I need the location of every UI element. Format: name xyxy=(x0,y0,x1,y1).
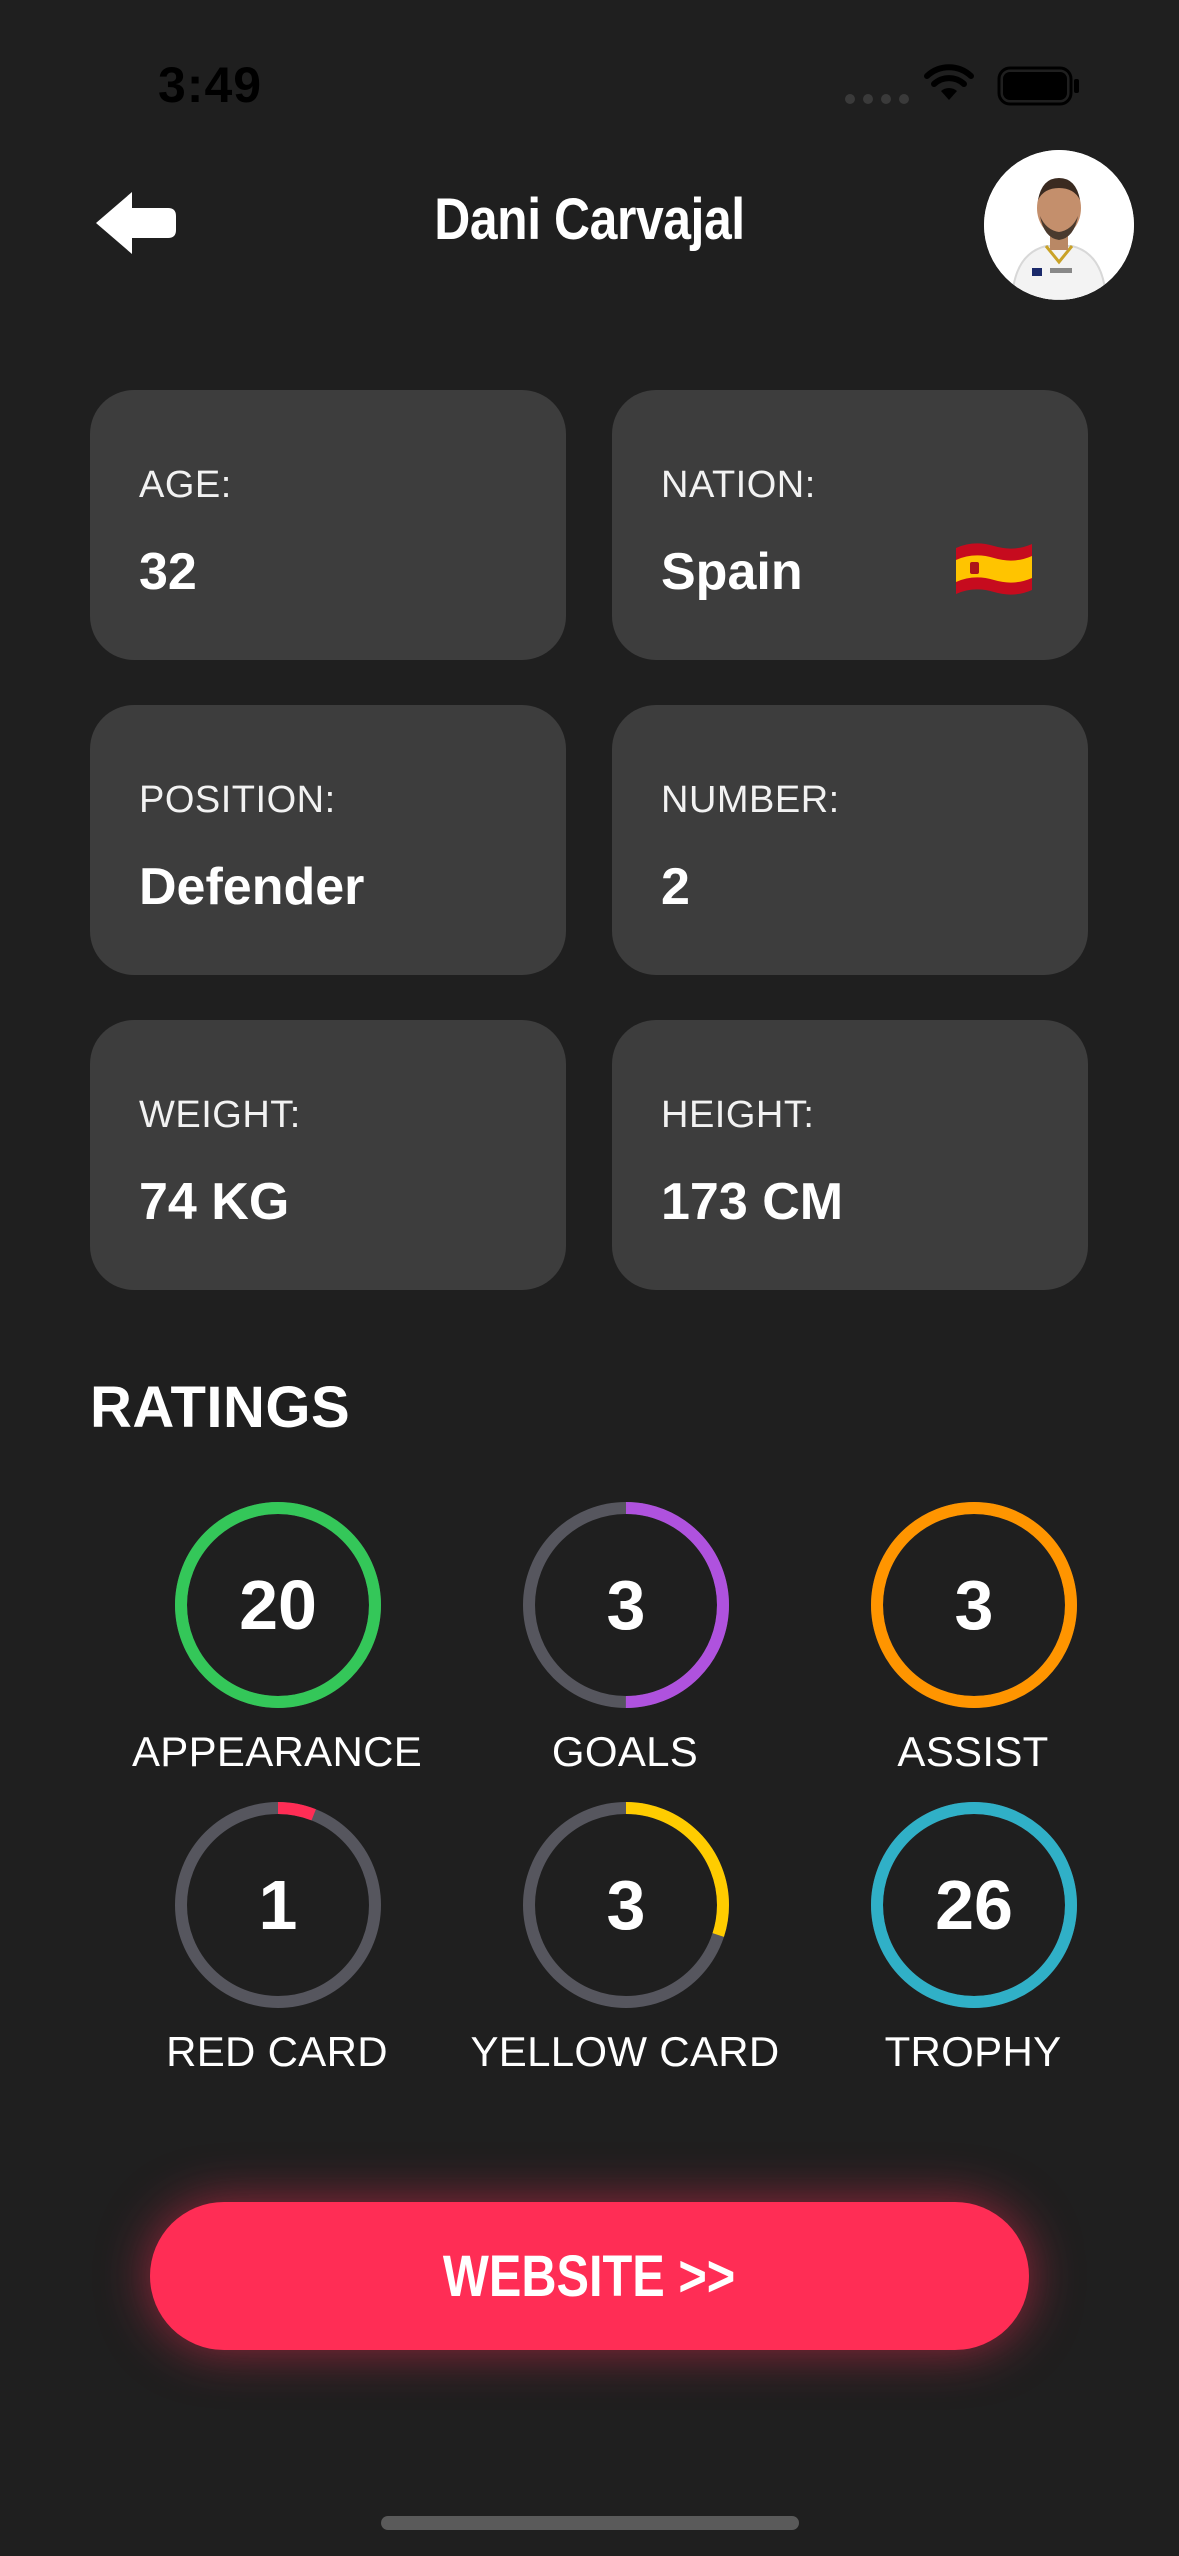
info-card-weight: WEIGHT: 74 KG xyxy=(90,1020,566,1290)
card-value: Spain xyxy=(661,543,803,601)
rating-goals: 3 GOALS xyxy=(451,1500,799,1790)
rating-value: 3 xyxy=(606,1866,646,1944)
rating-label: ASSIST xyxy=(897,1728,1049,1775)
player-avatar[interactable] xyxy=(984,150,1134,300)
info-card-position: POSITION: Defender xyxy=(90,705,566,975)
card-value: 173 CM xyxy=(661,1173,844,1231)
website-button-label: WEBSITE >> xyxy=(443,2243,736,2309)
card-value: 2 xyxy=(661,858,690,916)
info-card-height: HEIGHT: 173 CM xyxy=(612,1020,1088,1290)
status-time: 3:49 xyxy=(158,57,263,113)
website-button[interactable]: WEBSITE >> xyxy=(150,2202,1029,2350)
card-label: WEIGHT: xyxy=(139,1094,301,1136)
card-value: 74 KG xyxy=(139,1173,290,1231)
spain-flag-icon xyxy=(956,543,1032,595)
battery-icon xyxy=(997,66,1079,106)
card-label: HEIGHT: xyxy=(661,1094,815,1136)
card-label: AGE: xyxy=(139,464,232,506)
ratings-heading: RATINGS xyxy=(90,1375,351,1440)
rating-assist: 3 ASSIST xyxy=(799,1500,1147,1790)
rating-yellow-card: 3 YELLOW CARD xyxy=(451,1800,799,2090)
rating-red-card: 1 RED CARD xyxy=(103,1800,451,2090)
player-photo-icon xyxy=(984,150,1134,300)
wifi-icon xyxy=(924,64,974,100)
rating-value: 26 xyxy=(935,1866,1013,1944)
rating-trophy: 26 TROPHY xyxy=(799,1800,1147,2090)
rating-appearance: 20 APPEARANCE xyxy=(103,1500,451,1790)
rating-value: 1 xyxy=(258,1866,298,1944)
card-value: Defender xyxy=(139,858,365,916)
rating-label: TROPHY xyxy=(884,2028,1062,2075)
card-label: NATION: xyxy=(661,464,816,506)
status-bar: 3:49 xyxy=(0,0,1179,170)
page-title: Dani Carvajal xyxy=(434,187,745,252)
rating-value: 3 xyxy=(606,1566,646,1644)
home-indicator xyxy=(381,2516,799,2530)
card-label: NUMBER: xyxy=(661,779,840,821)
rating-value: 20 xyxy=(239,1566,317,1644)
rating-value: 3 xyxy=(954,1566,994,1644)
info-card-number: NUMBER: 2 xyxy=(612,705,1088,975)
info-card-nation: NATION: Spain xyxy=(612,390,1088,660)
signal-dots-icon xyxy=(845,94,909,104)
info-card-age: AGE: 32 xyxy=(90,390,566,660)
card-label: POSITION: xyxy=(139,779,336,821)
card-value: 32 xyxy=(139,543,197,601)
